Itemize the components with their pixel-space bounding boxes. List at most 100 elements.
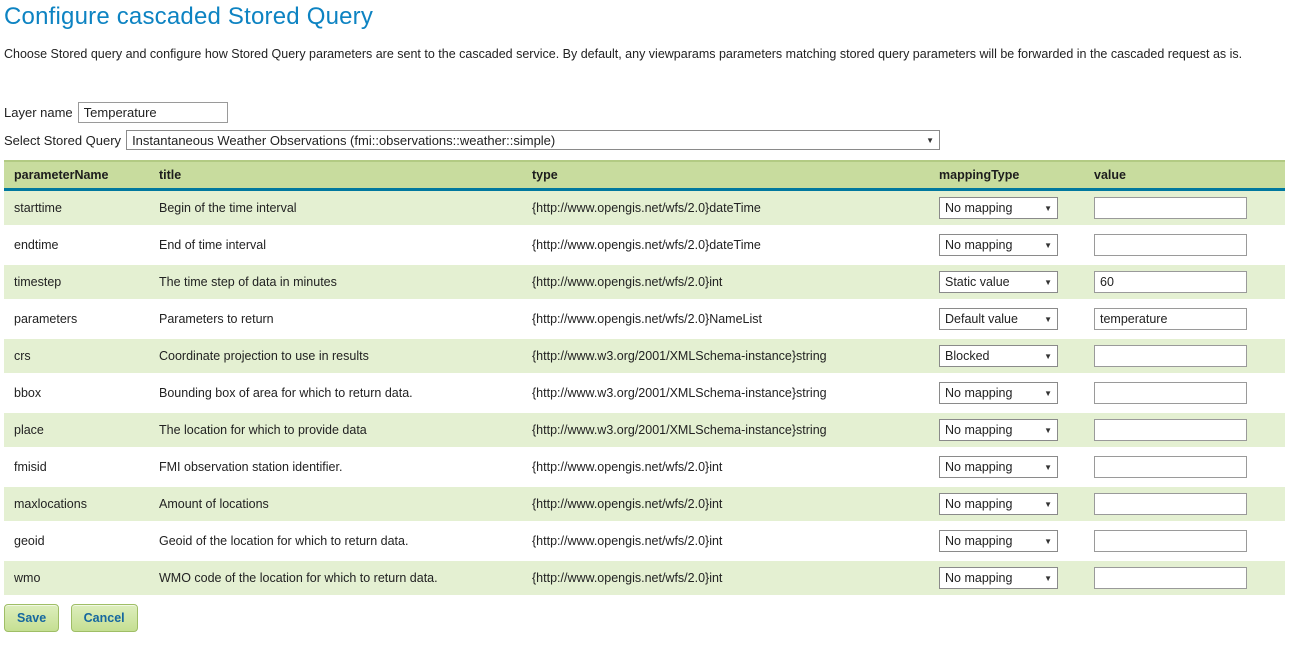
mapping-type-selected-option: Default value [945, 312, 1018, 326]
title-cell: The location for which to provide data [149, 412, 522, 449]
type-cell: {http://www.w3.org/2001/XMLSchema-instan… [522, 338, 929, 375]
mapping-type-select[interactable]: Static value ▼ [939, 271, 1058, 293]
mapping-type-select[interactable]: No mapping ▼ [939, 419, 1058, 441]
parameter-name-cell: geoid [4, 523, 149, 560]
parameter-name-cell: endtime [4, 227, 149, 264]
value-input[interactable] [1094, 419, 1247, 441]
mapping-type-selected-option: No mapping [945, 201, 1012, 215]
cancel-button[interactable]: Cancel [71, 604, 138, 632]
button-bar: Save Cancel [4, 604, 1285, 632]
layer-name-row: Layer name [4, 102, 1285, 123]
value-cell [1084, 338, 1285, 375]
value-cell [1084, 375, 1285, 412]
mapping-type-selected-option: No mapping [945, 571, 1012, 585]
title-cell: Parameters to return [149, 301, 522, 338]
layer-config-form: Layer name Select Stored Query Instantan… [4, 102, 1285, 150]
mapping-type-selected-option: No mapping [945, 460, 1012, 474]
value-cell [1084, 301, 1285, 338]
chevron-down-icon: ▼ [1044, 389, 1052, 398]
table-row: geoid Geoid of the location for which to… [4, 523, 1285, 560]
type-cell: {http://www.w3.org/2001/XMLSchema-instan… [522, 375, 929, 412]
value-input[interactable] [1094, 345, 1247, 367]
type-cell: {http://www.opengis.net/wfs/2.0}int [522, 264, 929, 301]
save-button[interactable]: Save [4, 604, 59, 632]
table-row: crs Coordinate projection to use in resu… [4, 338, 1285, 375]
mapping-type-cell: No mapping ▼ [929, 412, 1084, 449]
value-cell [1084, 412, 1285, 449]
value-cell [1084, 560, 1285, 597]
mapping-type-selected-option: No mapping [945, 497, 1012, 511]
mapping-type-cell: No mapping ▼ [929, 190, 1084, 227]
header-title: title [149, 161, 522, 190]
value-cell [1084, 449, 1285, 486]
mapping-type-select[interactable]: No mapping ▼ [939, 567, 1058, 589]
layer-name-label: Layer name [4, 105, 73, 120]
parameter-name-cell: maxlocations [4, 486, 149, 523]
title-cell: End of time interval [149, 227, 522, 264]
mapping-type-select[interactable]: No mapping ▼ [939, 493, 1058, 515]
mapping-type-cell: No mapping ▼ [929, 560, 1084, 597]
mapping-type-cell: No mapping ▼ [929, 227, 1084, 264]
table-row: timestep The time step of data in minute… [4, 264, 1285, 301]
value-cell [1084, 486, 1285, 523]
value-input[interactable] [1094, 382, 1247, 404]
parameter-name-cell: bbox [4, 375, 149, 412]
mapping-type-cell: Blocked ▼ [929, 338, 1084, 375]
chevron-down-icon: ▼ [1044, 426, 1052, 435]
type-cell: {http://www.opengis.net/wfs/2.0}NameList [522, 301, 929, 338]
mapping-type-select[interactable]: Blocked ▼ [939, 345, 1058, 367]
title-cell: FMI observation station identifier. [149, 449, 522, 486]
chevron-down-icon: ▼ [1044, 463, 1052, 472]
value-input[interactable] [1094, 530, 1247, 552]
value-input[interactable] [1094, 456, 1247, 478]
chevron-down-icon: ▼ [1044, 241, 1052, 250]
value-input[interactable] [1094, 493, 1247, 515]
mapping-type-selected-option: Static value [945, 275, 1010, 289]
table-row: maxlocations Amount of locations {http:/… [4, 486, 1285, 523]
parameter-name-cell: place [4, 412, 149, 449]
header-type: type [522, 161, 929, 190]
value-cell [1084, 190, 1285, 227]
value-cell [1084, 264, 1285, 301]
title-cell: The time step of data in minutes [149, 264, 522, 301]
value-input[interactable] [1094, 567, 1247, 589]
mapping-type-cell: Static value ▼ [929, 264, 1084, 301]
table-row: wmo WMO code of the location for which t… [4, 560, 1285, 597]
title-cell: Coordinate projection to use in results [149, 338, 522, 375]
mapping-type-select[interactable]: No mapping ▼ [939, 197, 1058, 219]
mapping-type-select[interactable]: No mapping ▼ [939, 382, 1058, 404]
table-row: parameters Parameters to return {http://… [4, 301, 1285, 338]
type-cell: {http://www.opengis.net/wfs/2.0}int [522, 523, 929, 560]
mapping-type-selected-option: No mapping [945, 534, 1012, 548]
value-input[interactable] [1094, 271, 1247, 293]
page-title: Configure cascaded Stored Query [4, 3, 1285, 31]
parameter-name-cell: starttime [4, 190, 149, 227]
table-row: starttime Begin of the time interval {ht… [4, 190, 1285, 227]
type-cell: {http://www.opengis.net/wfs/2.0}dateTime [522, 227, 929, 264]
value-input[interactable] [1094, 308, 1247, 330]
parameter-name-cell: wmo [4, 560, 149, 597]
mapping-type-select[interactable]: Default value ▼ [939, 308, 1058, 330]
value-input[interactable] [1094, 234, 1247, 256]
mapping-type-select[interactable]: No mapping ▼ [939, 456, 1058, 478]
stored-query-select[interactable]: Instantaneous Weather Observations (fmi:… [126, 130, 940, 150]
layer-name-input[interactable] [78, 102, 228, 123]
stored-query-selected-option: Instantaneous Weather Observations (fmi:… [132, 133, 555, 148]
table-row: fmisid FMI observation station identifie… [4, 449, 1285, 486]
title-cell: Bounding box of area for which to return… [149, 375, 522, 412]
header-mapping-type: mappingType [929, 161, 1084, 190]
table-row: place The location for which to provide … [4, 412, 1285, 449]
mapping-type-cell: Default value ▼ [929, 301, 1084, 338]
mapping-type-selected-option: No mapping [945, 386, 1012, 400]
value-cell [1084, 523, 1285, 560]
mapping-type-select[interactable]: No mapping ▼ [939, 530, 1058, 552]
mapping-type-cell: No mapping ▼ [929, 523, 1084, 560]
chevron-down-icon: ▼ [1044, 278, 1052, 287]
value-cell [1084, 227, 1285, 264]
chevron-down-icon: ▼ [1044, 537, 1052, 546]
value-input[interactable] [1094, 197, 1247, 219]
chevron-down-icon: ▼ [926, 136, 934, 145]
parameter-name-cell: timestep [4, 264, 149, 301]
mapping-type-select[interactable]: No mapping ▼ [939, 234, 1058, 256]
parameter-name-cell: fmisid [4, 449, 149, 486]
